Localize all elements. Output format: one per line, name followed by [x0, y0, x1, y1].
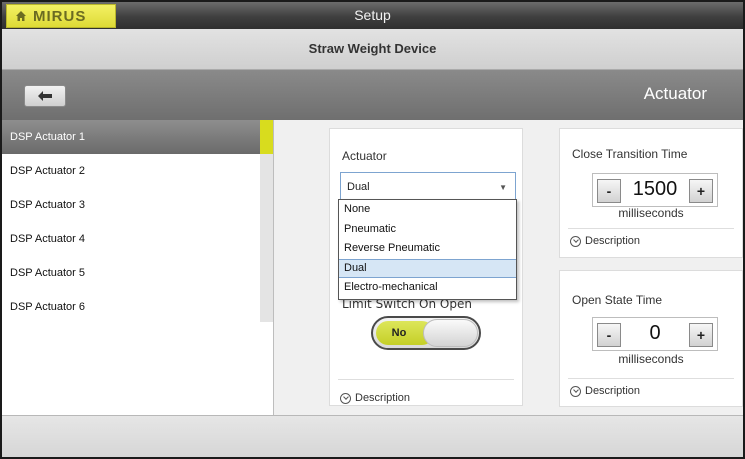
- chevron-circle-down-icon: [570, 235, 581, 247]
- sidebar-item-dsp-actuator-5[interactable]: DSP Actuator 5: [2, 256, 260, 290]
- dropdown-option[interactable]: None: [339, 200, 516, 220]
- description-label: Description: [585, 235, 641, 247]
- sidebar-item-dsp-actuator-4[interactable]: DSP Actuator 4: [2, 222, 260, 256]
- limit-switch-toggle[interactable]: No: [371, 316, 481, 350]
- close-transition-stepper: - 1500 +: [592, 173, 718, 207]
- footer-bar: [2, 415, 743, 457]
- open-state-value[interactable]: 0: [623, 322, 687, 345]
- arrow-left-icon: [38, 91, 52, 101]
- sidebar-item-dsp-actuator-6[interactable]: DSP Actuator 6: [2, 290, 260, 324]
- open-state-card: Open State Time - 0 + milliseconds Descr…: [559, 270, 743, 407]
- actuator-select-value: Dual: [347, 181, 370, 193]
- close-transition-card: Close Transition Time - 1500 + milliseco…: [559, 128, 743, 258]
- subtitle-bar: Straw Weight Device: [2, 29, 743, 70]
- section-bar: Actuator: [2, 70, 743, 120]
- device-title: Straw Weight Device: [308, 41, 437, 56]
- chevron-circle-down-icon: [570, 385, 581, 397]
- chevron-down-icon: ▼: [499, 183, 507, 192]
- unit-label: milliseconds: [618, 206, 684, 220]
- close-transition-description-toggle[interactable]: Description: [570, 235, 640, 247]
- decrement-button[interactable]: -: [597, 323, 621, 347]
- sidebar-scrollbar[interactable]: [260, 154, 273, 322]
- section-title: Actuator: [643, 84, 707, 103]
- dropdown-option[interactable]: Reverse Pneumatic: [339, 239, 516, 259]
- sidebar-item-dsp-actuator-3[interactable]: DSP Actuator 3: [2, 188, 260, 222]
- divider: [568, 378, 734, 379]
- divider: [568, 228, 734, 229]
- decrement-button[interactable]: -: [597, 179, 621, 203]
- selection-accent: [260, 120, 273, 154]
- dropdown-option[interactable]: Pneumatic: [339, 220, 516, 240]
- app-window: MIRUS Setup Straw Weight Device Actuator…: [0, 0, 745, 459]
- open-state-stepper: - 0 +: [592, 317, 718, 351]
- increment-button[interactable]: +: [689, 323, 713, 347]
- description-label: Description: [585, 385, 641, 397]
- unit-label: milliseconds: [618, 352, 684, 366]
- sidebar-item-dsp-actuator-1[interactable]: DSP Actuator 1: [2, 120, 260, 154]
- actuator-dropdown-list: None Pneumatic Reverse Pneumatic Dual El…: [338, 199, 517, 300]
- window-title: Setup: [354, 7, 391, 23]
- description-label: Description: [355, 392, 411, 404]
- back-button[interactable]: [24, 85, 66, 107]
- open-state-description-toggle[interactable]: Description: [570, 385, 640, 397]
- close-transition-label: Close Transition Time: [572, 147, 688, 161]
- dropdown-option[interactable]: Electro-mechanical: [339, 278, 516, 298]
- open-state-label: Open State Time: [572, 293, 663, 307]
- actuator-label: Actuator: [342, 149, 387, 163]
- sidebar: DSP Actuator 1 DSP Actuator 2 DSP Actuat…: [2, 120, 273, 415]
- sidebar-item-dsp-actuator-2[interactable]: DSP Actuator 2: [2, 154, 260, 188]
- close-transition-value[interactable]: 1500: [623, 178, 687, 201]
- title-bar: MIRUS Setup: [2, 2, 743, 29]
- dropdown-option-selected[interactable]: Dual: [339, 258, 516, 279]
- actuator-description-toggle[interactable]: Description: [340, 392, 410, 404]
- actuator-list: DSP Actuator 1 DSP Actuator 2 DSP Actuat…: [2, 120, 260, 324]
- toggle-knob: [423, 319, 478, 347]
- divider: [338, 379, 514, 380]
- chevron-circle-down-icon: [340, 392, 351, 404]
- increment-button[interactable]: +: [689, 179, 713, 203]
- actuator-select[interactable]: Dual ▼: [340, 172, 516, 202]
